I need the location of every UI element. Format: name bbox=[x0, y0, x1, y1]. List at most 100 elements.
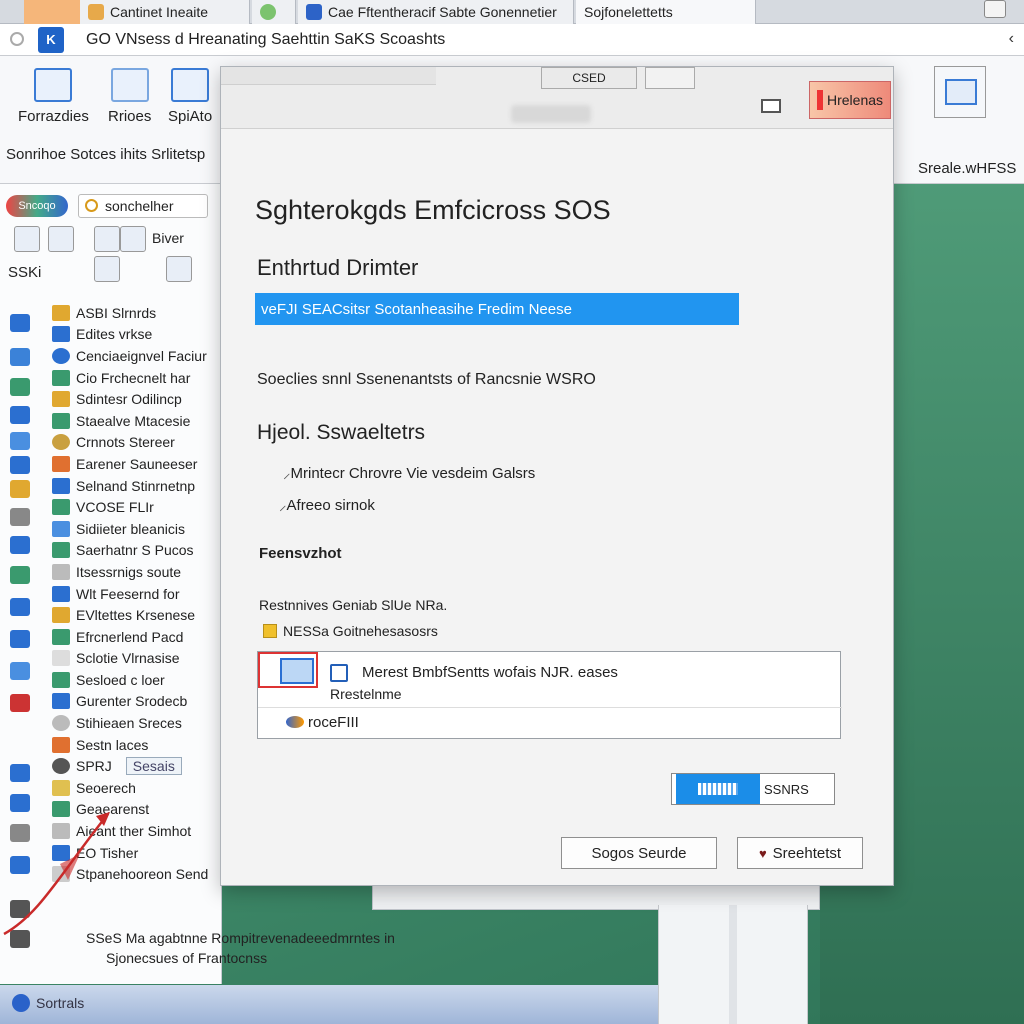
rail-icon-7[interactable] bbox=[10, 480, 30, 498]
nav-item[interactable]: Sidiieter bleanicis bbox=[52, 518, 220, 540]
rail-icon-2[interactable] bbox=[10, 348, 30, 366]
dialog: CSED Hrelenas Sghterokgds Emfcicross SOS… bbox=[220, 66, 894, 886]
ribbon-subtitle: Sonrihoe Sotces ihits Srlitetsp bbox=[6, 146, 206, 163]
rail-icon-13[interactable] bbox=[10, 662, 30, 680]
gear-icon bbox=[52, 434, 70, 451]
rail-icon-15[interactable] bbox=[10, 764, 30, 782]
monitor-icon bbox=[52, 477, 70, 494]
nav-search-box-2[interactable]: Sesais bbox=[125, 757, 182, 776]
folder-icon bbox=[52, 736, 70, 753]
nav-item[interactable]: Cio Frchecnelt har bbox=[52, 367, 220, 389]
cancel-button[interactable]: Sogos Seurde bbox=[561, 837, 717, 869]
tab-1[interactable]: Cantinet Ineaite bbox=[80, 0, 250, 24]
link-icon bbox=[286, 716, 304, 728]
list-item[interactable]: roceFIII bbox=[258, 708, 842, 738]
nav-search-box[interactable]: sonchelher bbox=[78, 194, 208, 218]
nav-item[interactable]: Sclotie Vlrnasise bbox=[52, 648, 220, 670]
dialog-tab-main[interactable] bbox=[221, 67, 436, 85]
window-control-button[interactable] bbox=[984, 0, 1006, 18]
cube-icon bbox=[52, 412, 70, 429]
dialog-description: Soeclies snnl Ssenenantsts of Rancsnie W… bbox=[257, 371, 596, 388]
ok-button[interactable]: Sreehtetst bbox=[737, 837, 863, 869]
file-listbox[interactable]: Merest BmbfSentts wofais NJR. eases Rres… bbox=[257, 651, 842, 739]
device-icon[interactable] bbox=[14, 226, 40, 252]
nav-item[interactable]: Edites vrkse bbox=[52, 324, 220, 346]
rail-icon-11[interactable] bbox=[10, 598, 30, 616]
rail-icon-14[interactable] bbox=[10, 694, 30, 712]
app-icon bbox=[52, 628, 70, 645]
nav-item[interactable]: Staealve Mtacesie bbox=[52, 410, 220, 432]
nav-item[interactable]: Gurenter Srodecb bbox=[52, 691, 220, 713]
nav-item[interactable]: Efrcnerlend Pacd bbox=[52, 626, 220, 648]
window-icon[interactable] bbox=[166, 256, 192, 282]
rail-icon-1[interactable] bbox=[10, 314, 30, 332]
highlighted-field[interactable]: veFJI SEACsitsr Scotanheasihe Fredim Nee… bbox=[255, 293, 739, 325]
list-item[interactable]: Merest BmbfSentts wofais NJR. eases Rres… bbox=[258, 652, 842, 708]
footer-line-2: Sjonecsues of Frantocnss bbox=[106, 950, 268, 966]
browser-tab-bar: Cantinet Ineaite Cae Fftentheracif Sabte… bbox=[0, 0, 1024, 24]
folder-icon bbox=[52, 607, 70, 624]
nav-item[interactable]: Sestn laces bbox=[52, 734, 220, 756]
nav-pill-button[interactable]: Sncoqo bbox=[6, 195, 68, 217]
small-label: Restnnives Geniab SlUe NRa. bbox=[259, 597, 448, 613]
browse-label: SSNRS bbox=[764, 781, 809, 797]
ribbon-button-favorites[interactable]: Forrazdies bbox=[18, 68, 89, 125]
tab-4-label: Sojfonelettetts bbox=[584, 4, 673, 20]
nav-item[interactable]: Stihieaen Sreces bbox=[52, 712, 220, 734]
nav-item[interactable]: SPRJ Sesais bbox=[52, 755, 220, 777]
tab-3[interactable]: Cae Fftentheracif Sabte Gonennetier bbox=[298, 0, 574, 24]
nav-toolbar: Biver SSKi bbox=[6, 226, 216, 286]
option-1[interactable]: ⸝Mrintecr Chrovre Vie vesdeim Galsrs bbox=[283, 463, 535, 483]
rail-icon-5[interactable] bbox=[10, 432, 30, 450]
list-icon[interactable] bbox=[94, 226, 120, 252]
app-tab-icon bbox=[306, 4, 322, 20]
progress-pattern bbox=[676, 774, 760, 804]
selected-thumbnail[interactable] bbox=[258, 652, 318, 688]
rail-icon-6[interactable] bbox=[10, 456, 30, 474]
nav-item[interactable]: Selnand Stinrnetnp bbox=[52, 475, 220, 497]
back-circle-icon[interactable] bbox=[10, 32, 24, 46]
ribbon-button-spiato[interactable]: SpiAto bbox=[168, 68, 212, 125]
nav-item[interactable]: Crnnots Stereer bbox=[52, 432, 220, 454]
tab-3-label: Cae Fftentheracif Sabte Gonennetier bbox=[328, 4, 557, 20]
dialog-tab-b[interactable]: CSED bbox=[541, 67, 637, 89]
nav-item[interactable]: Sesloed c loer bbox=[52, 669, 220, 691]
rail-icon-8[interactable] bbox=[10, 508, 30, 526]
rail-icon-9[interactable] bbox=[10, 536, 30, 554]
ribbon-button-label: Forrazdies bbox=[18, 108, 89, 125]
nav-item[interactable]: Sdintesr Odilincp bbox=[52, 388, 220, 410]
dialog-tab-c[interactable] bbox=[645, 67, 695, 89]
search-icon bbox=[85, 199, 98, 212]
tool-caption: Biver bbox=[152, 230, 184, 246]
nav-item[interactable]: VCOSE FLIr bbox=[52, 496, 220, 518]
camera-icon[interactable] bbox=[120, 226, 146, 252]
rail-icon-4[interactable] bbox=[10, 406, 30, 424]
bottom-taskbar-strip bbox=[0, 985, 680, 1024]
tab-4[interactable]: Sojfonelettetts bbox=[576, 0, 756, 24]
rail-icon-10[interactable] bbox=[10, 566, 30, 584]
ribbon-button-roles[interactable]: Rrioes bbox=[108, 68, 151, 125]
nav-item[interactable]: EVltettes Krsenese bbox=[52, 604, 220, 626]
subheading: Feensvzhot bbox=[259, 545, 342, 562]
nav-item[interactable]: Earener Sauneeser bbox=[52, 453, 220, 475]
folder-row[interactable]: NESSa Goitnehesasosrs bbox=[263, 623, 438, 639]
rail-icon-3[interactable] bbox=[10, 378, 30, 396]
nav-item[interactable]: ASBI Slrnrds bbox=[52, 302, 220, 324]
wrench-icon bbox=[52, 455, 70, 472]
grid-icon[interactable] bbox=[48, 226, 74, 252]
nav-item[interactable]: Saerhatnr S Pucos bbox=[52, 540, 220, 562]
nav-item[interactable]: Itsessrnigs soute bbox=[52, 561, 220, 583]
chevron-left-icon[interactable]: ‹ bbox=[1009, 30, 1014, 48]
roles-icon bbox=[110, 68, 149, 102]
help-button[interactable]: Hrelenas bbox=[809, 81, 891, 119]
restore-icon[interactable] bbox=[761, 99, 781, 113]
edit-icon[interactable] bbox=[94, 256, 120, 282]
tab-2-icon[interactable] bbox=[252, 0, 296, 24]
browse-control[interactable]: SSNRS bbox=[671, 773, 835, 805]
rail-icon-12[interactable] bbox=[10, 630, 30, 648]
document-icon bbox=[330, 664, 348, 682]
nav-item[interactable]: Cenciaeignvel Faciur bbox=[52, 345, 220, 367]
nav-item[interactable]: Wlt Feesernd for bbox=[52, 583, 220, 605]
option-2[interactable]: ⸝Afreeo sirnok bbox=[279, 495, 375, 515]
right-ribbon-icon[interactable] bbox=[934, 66, 986, 118]
